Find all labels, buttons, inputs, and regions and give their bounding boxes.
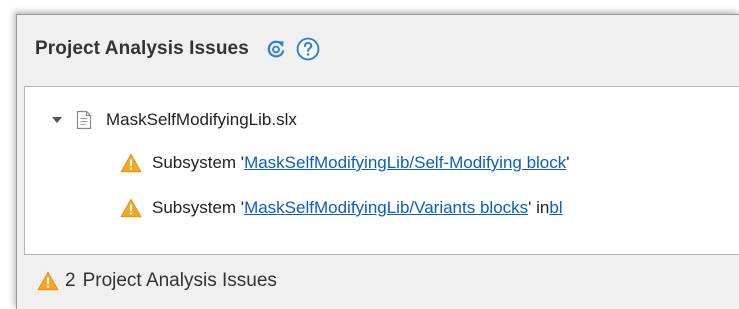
- issues-tree: MaskSelfModifyingLib.slx Subsystem ' Mas…: [24, 86, 739, 255]
- tree-issue-row[interactable]: Subsystem ' MaskSelfModifyingLib/Self-Mo…: [25, 148, 570, 178]
- panel-title: Project Analysis Issues: [35, 38, 249, 59]
- panel-header: Project Analysis Issues: [17, 15, 739, 83]
- warning-icon: [37, 271, 59, 291]
- help-button[interactable]: [295, 36, 321, 62]
- root-file-label: MaskSelfModifyingLib.slx: [106, 110, 297, 129]
- issue-count-label: Project Analysis Issues: [82, 270, 277, 291]
- issue-count: 2: [65, 270, 76, 291]
- issue-text-prefix: Subsystem ': [152, 198, 245, 217]
- issue-block-link[interactable]: MaskSelfModifyingLib/Self-Modifying bloc…: [244, 153, 566, 173]
- tree-root-row[interactable]: MaskSelfModifyingLib.slx: [25, 105, 297, 135]
- file-icon: [76, 110, 92, 130]
- warning-icon: [120, 198, 142, 218]
- expand-toggle[interactable]: [50, 113, 64, 127]
- issue-block-link[interactable]: MaskSelfModifyingLib/Variants blocks: [244, 198, 528, 218]
- status-footer: 2 Project Analysis Issues: [17, 259, 739, 303]
- issue-second-link[interactable]: bl: [549, 198, 562, 218]
- issue-text-prefix: Subsystem ': [152, 153, 245, 172]
- project-analysis-panel: Project Analysis Issues MaskSelfModifyin…: [16, 14, 739, 309]
- refresh-icon: [267, 40, 285, 58]
- chevron-down-icon: [52, 117, 62, 123]
- warning-icon: [120, 153, 142, 173]
- issue-text-suffix: ': [566, 153, 570, 172]
- refresh-button[interactable]: [263, 36, 289, 62]
- issue-text-suffix: ' in: [528, 198, 550, 217]
- screen: Project Analysis Issues MaskSelfModifyin…: [0, 0, 739, 309]
- tree-issue-row[interactable]: Subsystem ' MaskSelfModifyingLib/Variant…: [25, 193, 563, 223]
- help-icon: [296, 37, 320, 61]
